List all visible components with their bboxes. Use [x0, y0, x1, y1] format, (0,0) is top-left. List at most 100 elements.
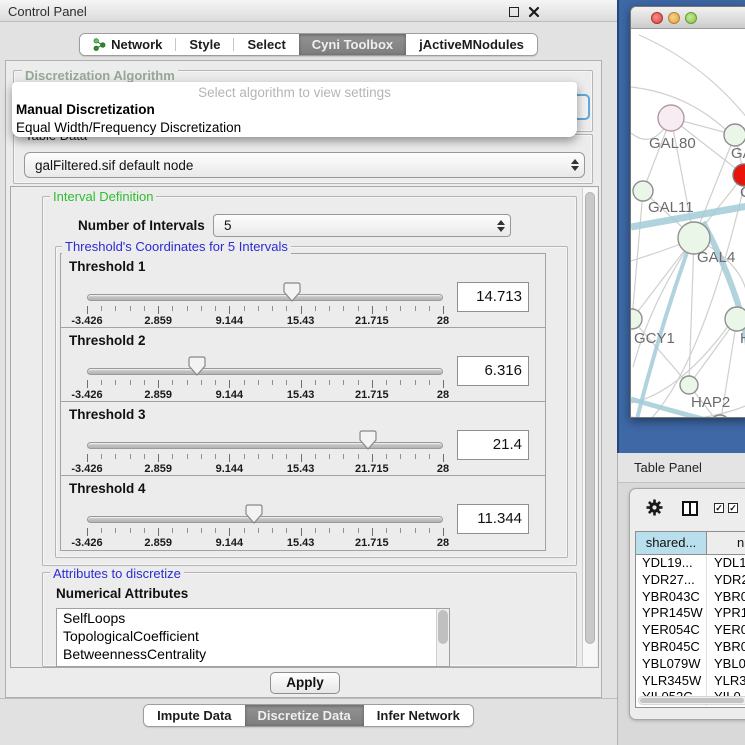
network-edge[interactable]: [632, 191, 643, 319]
columns-icon[interactable]: [682, 501, 698, 516]
threshold-value-field[interactable]: 14.713: [457, 282, 529, 312]
table-row[interactable]: YER054CYER0: [636, 622, 745, 639]
scrollbar-thumb[interactable]: [438, 610, 448, 644]
mac-close-button[interactable]: [651, 12, 663, 24]
spinner-arrows-icon[interactable]: [566, 159, 584, 171]
dropdown-option-manual-discretization[interactable]: Manual Discretization: [12, 101, 577, 119]
network-node-pink[interactable]: [658, 105, 684, 131]
tab-jactivemnodules[interactable]: jActiveMNodules: [406, 34, 537, 55]
table-row[interactable]: YLR345WYLR3: [636, 673, 745, 690]
tab-label: Network: [111, 37, 162, 52]
number-of-intervals-combobox[interactable]: 5: [213, 214, 511, 237]
attribute-list-item[interactable]: BetweennessCentrality: [57, 645, 449, 663]
slider-handle[interactable]: [188, 356, 206, 376]
gear-icon[interactable]: [645, 498, 664, 517]
network-node-green[interactable]: [631, 309, 642, 329]
table-row[interactable]: YBL079WYBL0: [636, 656, 745, 673]
list-scrollbar[interactable]: [436, 609, 449, 666]
table-row[interactable]: YBR045CYBR0: [636, 639, 745, 656]
table-cell-name[interactable]: YPR1: [707, 605, 745, 622]
horizontal-scrollbar[interactable]: [638, 696, 745, 705]
checkbox-icon[interactable]: ✓: [714, 503, 724, 513]
threshold-slider[interactable]: -3.4262.8599.14415.4321.71528: [87, 282, 443, 328]
table-rows: YDL19...YDL1YDR27...YDR2YBR043CYBR0YPR14…: [636, 555, 745, 706]
table-cell-name[interactable]: YLR3: [707, 673, 745, 690]
network-view-window[interactable]: GAL80GACGAL11GAL4GCY1HHAP2: [630, 6, 745, 418]
tab-impute-data[interactable]: Impute Data: [144, 705, 244, 726]
tab-select[interactable]: Select: [234, 34, 298, 55]
scrollbar-thumb[interactable]: [585, 192, 595, 644]
table-cell-name[interactable]: YDR2: [707, 572, 745, 589]
scrollbar-thumb[interactable]: [640, 698, 744, 703]
table-row[interactable]: YBR043CYBR0: [636, 589, 745, 606]
mac-zoom-button[interactable]: [685, 12, 697, 24]
slider-track[interactable]: [87, 368, 443, 375]
network-edge[interactable]: [639, 35, 745, 119]
slider-tick: [258, 454, 259, 459]
network-window-titlebar[interactable]: [631, 7, 745, 29]
table-cell-name[interactable]: YDL1: [707, 555, 745, 572]
vertical-scrollbar[interactable]: [582, 188, 597, 666]
network-node-green[interactable]: [724, 124, 745, 146]
threshold-slider[interactable]: -3.4262.8599.14415.4321.71528: [87, 430, 443, 476]
threshold-value-field[interactable]: 11.344: [457, 504, 529, 534]
threshold-slider[interactable]: -3.4262.8599.14415.4321.71528: [87, 356, 443, 402]
threshold-value-field[interactable]: 21.4: [457, 430, 529, 460]
network-node-green[interactable]: [725, 307, 745, 331]
table-cell-shared-name[interactable]: YBR043C: [636, 589, 707, 606]
table-cell-name[interactable]: YBR0: [707, 589, 745, 606]
apply-button[interactable]: Apply: [270, 672, 340, 694]
threshold-slider[interactable]: -3.4262.8599.14415.4321.71528: [87, 504, 443, 550]
slider-tick: [115, 380, 116, 385]
table-cell-shared-name[interactable]: YER054C: [636, 622, 707, 639]
slider-handle[interactable]: [359, 430, 377, 450]
table-cell-shared-name[interactable]: YBR045C: [636, 639, 707, 656]
tab-cyni-toolbox[interactable]: Cyni Toolbox: [299, 34, 406, 55]
table-cell-shared-name[interactable]: YBL079W: [636, 656, 707, 673]
tab-discretize-data[interactable]: Discretize Data: [245, 705, 364, 726]
slider-handle[interactable]: [283, 282, 301, 302]
mac-minimize-button[interactable]: [668, 12, 680, 24]
slider-track[interactable]: [87, 516, 443, 523]
table-cell-name[interactable]: YER0: [707, 622, 745, 639]
table-row[interactable]: YDR27...YDR2: [636, 572, 745, 589]
close-icon[interactable]: [528, 6, 540, 18]
table-panel-header[interactable]: Table Panel: [618, 453, 745, 483]
table-cell-shared-name[interactable]: YLR345W: [636, 673, 707, 690]
tab-style[interactable]: Style: [176, 34, 233, 55]
tab-infer-network[interactable]: Infer Network: [364, 705, 473, 726]
network-edge[interactable]: [689, 238, 694, 385]
slider-tick: [443, 454, 444, 462]
slider-handle[interactable]: [245, 504, 263, 524]
control-panel-titlebar[interactable]: Control Panel: [0, 0, 617, 22]
table-cell-shared-name[interactable]: YPR145W: [636, 605, 707, 622]
table-cell-name[interactable]: YBR0: [707, 639, 745, 656]
network-node-green[interactable]: [680, 376, 698, 394]
table-cell-name[interactable]: YBL0: [707, 656, 745, 673]
float-window-icon[interactable]: [509, 7, 519, 17]
table-cell-shared-name[interactable]: YDR27...: [636, 572, 707, 589]
threshold-value-field[interactable]: 6.316: [457, 356, 529, 386]
table-data-combobox[interactable]: galFiltered.sif default node: [24, 152, 585, 178]
column-header-name[interactable]: n: [707, 532, 745, 554]
tab-network[interactable]: Network: [80, 34, 175, 55]
tick-label: -3.426: [71, 537, 102, 549]
column-header-shared-name[interactable]: shared...: [636, 532, 707, 554]
attribute-list-item[interactable]: TopologicalCoefficient: [57, 627, 449, 645]
slider-track[interactable]: [87, 442, 443, 449]
table-row[interactable]: YPR145WYPR1: [636, 605, 745, 622]
network-node-green[interactable]: [633, 181, 653, 201]
slider-track[interactable]: [87, 294, 443, 301]
slider-tick: [201, 380, 202, 385]
attribute-list-item[interactable]: SelfLoops: [57, 609, 449, 627]
slider-tick: [258, 380, 259, 385]
attribute-list[interactable]: SelfLoopsTopologicalCoefficientBetweenne…: [56, 608, 450, 667]
table-cell-shared-name[interactable]: YDL19...: [636, 555, 707, 572]
dropdown-option-equal-width-frequency[interactable]: Equal Width/Frequency Discretization: [12, 119, 577, 137]
network-canvas[interactable]: GAL80GACGAL11GAL4GCY1HHAP2: [631, 29, 745, 418]
attributes-group-title: Attributes to discretize: [50, 566, 184, 581]
slider-tick: [415, 306, 416, 311]
table-row[interactable]: YDL19...YDL1: [636, 555, 745, 572]
spinner-arrows-icon[interactable]: [492, 220, 510, 232]
checkbox-icon[interactable]: ✓: [728, 503, 738, 513]
